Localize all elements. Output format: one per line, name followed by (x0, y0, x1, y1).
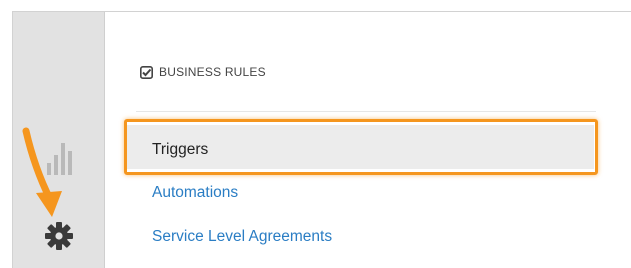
admin-panel: BUSINESS RULES Triggers Automations Serv… (106, 12, 631, 268)
section-title: BUSINESS RULES (159, 65, 266, 79)
divider (136, 111, 596, 112)
check-square-icon (140, 65, 153, 79)
menu-item-automations[interactable]: Automations (152, 184, 238, 202)
annotation-highlight-box (124, 119, 598, 175)
screenshot-frame: BUSINESS RULES Triggers Automations Serv… (0, 0, 631, 268)
annotation-arrow (22, 127, 62, 217)
gear-icon[interactable] (43, 220, 75, 252)
section-header: BUSINESS RULES (140, 65, 266, 79)
menu-item-service-level-agreements[interactable]: Service Level Agreements (152, 228, 332, 246)
